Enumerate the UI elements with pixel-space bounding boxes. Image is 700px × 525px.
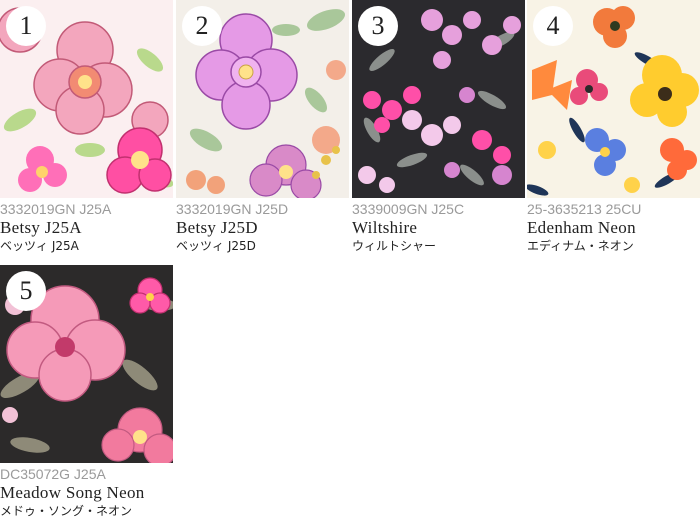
product-name[interactable]: Betsy J25D	[176, 217, 349, 238]
product-code: DC35072G J25A	[0, 466, 106, 482]
product-name[interactable]: Wiltshire	[352, 217, 525, 238]
product-number-badge: 1	[6, 6, 46, 46]
product-number-badge: 4	[533, 6, 573, 46]
fabric-swatch-image[interactable]: 5	[0, 265, 173, 463]
product-name-japanese: ベッツィ J25D	[176, 239, 256, 253]
product-card-meadow-song-neon[interactable]: 5 DC35072G J25A Meadow Song Neon メドゥ・ソング…	[0, 265, 173, 520]
product-name[interactable]: Edenham Neon	[527, 217, 700, 238]
product-card-betsy-j25d[interactable]: 2 3332019GN J25D Betsy J25D ベッツィ J25D	[176, 0, 349, 255]
product-code: 25-3635213 25CU	[527, 201, 642, 217]
fabric-swatch-image[interactable]: 1	[0, 0, 173, 198]
product-number-badge: 3	[358, 6, 398, 46]
product-number-badge: 5	[6, 271, 46, 311]
product-name-japanese: メドゥ・ソング・ネオン	[0, 504, 133, 518]
product-name[interactable]: Betsy J25A	[0, 217, 173, 238]
product-name-japanese: ベッツィ J25A	[0, 239, 79, 253]
product-card-betsy-j25a[interactable]: 1 3332019GN J25A Betsy J25A ベッツィ J25A	[0, 0, 173, 255]
product-code: 3339009GN J25C	[352, 201, 465, 217]
product-code: 3332019GN J25A	[0, 201, 112, 217]
product-name-japanese: ウィルトシャー	[352, 239, 437, 253]
product-name[interactable]: Meadow Song Neon	[0, 482, 173, 503]
product-code: 3332019GN J25D	[176, 201, 289, 217]
fabric-swatch-image[interactable]: 3	[352, 0, 525, 198]
product-name-japanese: エディナム・ネオン	[527, 239, 634, 253]
product-number-badge: 2	[182, 6, 222, 46]
fabric-swatch-image[interactable]: 4	[527, 0, 700, 198]
product-card-wiltshire[interactable]: 3 3339009GN J25C Wiltshire ウィルトシャー	[352, 0, 525, 255]
fabric-swatch-image[interactable]: 2	[176, 0, 349, 198]
product-card-edenham-neon[interactable]: 4 25-3635213 25CU Edenham Neon エディナム・ネオン	[527, 0, 700, 255]
